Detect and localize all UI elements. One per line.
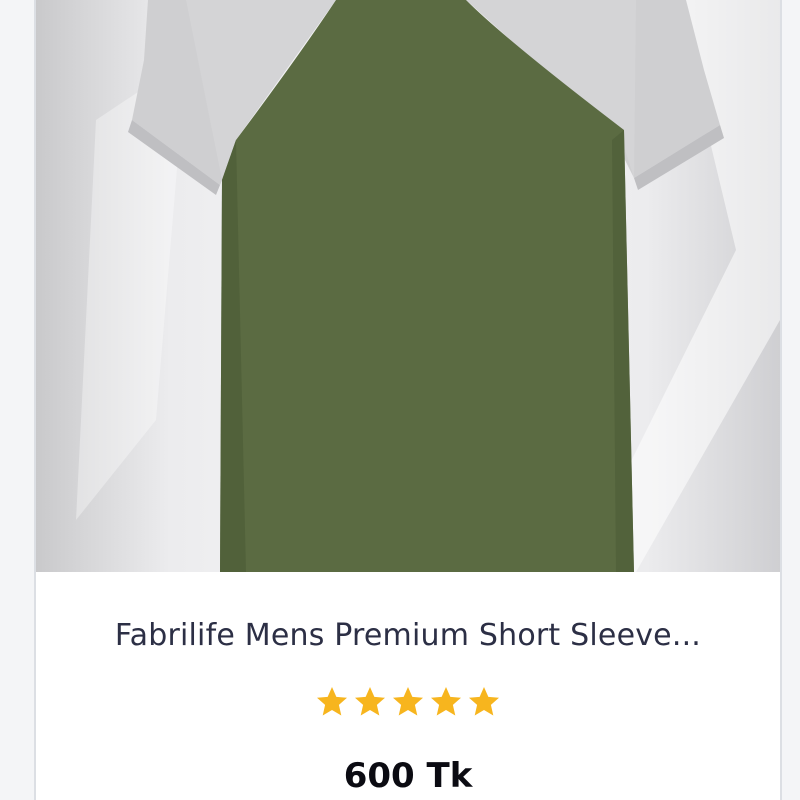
product-info: Fabrilife Mens Premium Short Sleeve... 6…: [36, 572, 780, 800]
star-icon: [393, 687, 423, 716]
product-image[interactable]: [36, 0, 780, 572]
product-title[interactable]: Fabrilife Mens Premium Short Sleeve...: [36, 618, 780, 653]
product-price: 600 Tk: [343, 756, 473, 796]
tshirt-illustration: [76, 0, 780, 572]
product-card[interactable]: Fabrilife Mens Premium Short Sleeve... 6…: [34, 0, 782, 800]
star-icon: [317, 687, 347, 716]
star-icon: [431, 687, 461, 716]
star-icon: [469, 687, 499, 716]
star-rating: [36, 684, 780, 720]
star-icon: [355, 687, 385, 716]
